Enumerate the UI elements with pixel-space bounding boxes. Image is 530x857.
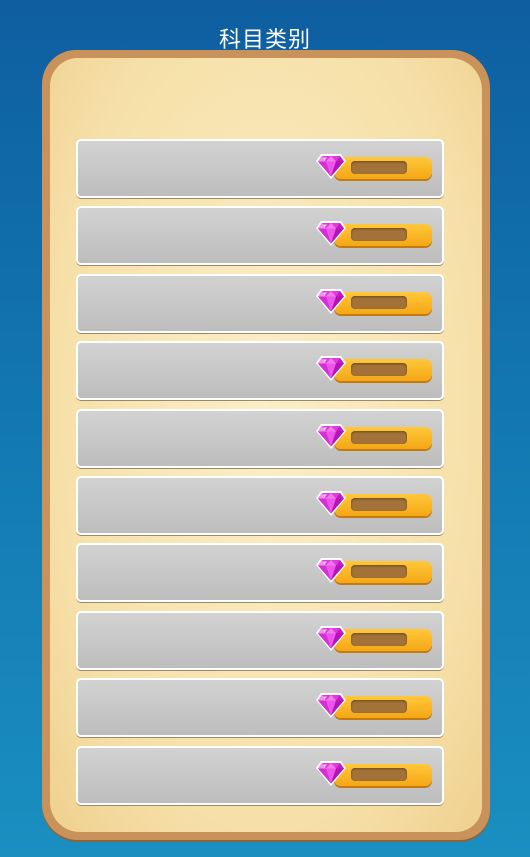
gem-count-value xyxy=(351,161,407,174)
gem-icon xyxy=(316,154,346,179)
gem-count-value xyxy=(351,296,407,309)
gem-count-value xyxy=(351,700,407,713)
gem-count-slot xyxy=(351,767,407,781)
category-row[interactable] xyxy=(76,543,444,603)
gem-count-slot xyxy=(351,497,407,511)
category-row[interactable] xyxy=(76,408,444,468)
gem-count-slot xyxy=(351,161,407,174)
gem-icon xyxy=(316,760,346,786)
gem-icon xyxy=(316,693,346,719)
gem-count-bar xyxy=(334,291,432,314)
gem-count-value xyxy=(351,363,407,376)
gem-count-bar xyxy=(334,763,432,786)
gem-count-value xyxy=(351,228,407,241)
gem-count-bar xyxy=(334,493,432,516)
gem-count-slot xyxy=(351,632,407,646)
category-row[interactable] xyxy=(76,139,444,198)
gem-count-bar xyxy=(334,157,432,179)
gem-count-value xyxy=(351,633,407,646)
gem-icon xyxy=(316,490,346,516)
gem-count-bar xyxy=(334,224,432,247)
gem-count-bar xyxy=(334,359,432,382)
gem-count-slot xyxy=(351,565,407,579)
gem-icon xyxy=(316,423,346,449)
category-row[interactable] xyxy=(76,610,444,670)
category-row[interactable] xyxy=(76,341,444,401)
category-row[interactable] xyxy=(76,206,444,266)
gem-count-bar xyxy=(334,628,432,651)
gem-count-value xyxy=(351,565,407,578)
gem-icon xyxy=(316,558,346,584)
category-row[interactable] xyxy=(76,745,444,805)
category-row[interactable] xyxy=(76,678,444,738)
gem-count-value xyxy=(351,768,407,781)
category-list xyxy=(76,139,444,813)
category-row[interactable] xyxy=(76,273,444,333)
gem-count-value xyxy=(351,498,407,511)
gem-count-slot xyxy=(351,363,407,377)
gem-icon xyxy=(316,625,346,651)
gem-count-bar xyxy=(334,426,432,449)
category-row[interactable] xyxy=(76,475,444,535)
gem-icon xyxy=(316,221,346,247)
gem-icon xyxy=(316,288,346,314)
gem-count-slot xyxy=(351,700,407,714)
gem-count-slot xyxy=(351,430,407,444)
gem-icon xyxy=(316,356,346,382)
gem-count-bar xyxy=(334,561,432,584)
gem-count-slot xyxy=(351,295,407,309)
gem-count-bar xyxy=(334,696,432,719)
gem-count-value xyxy=(351,431,407,444)
gem-count-slot xyxy=(351,228,407,242)
